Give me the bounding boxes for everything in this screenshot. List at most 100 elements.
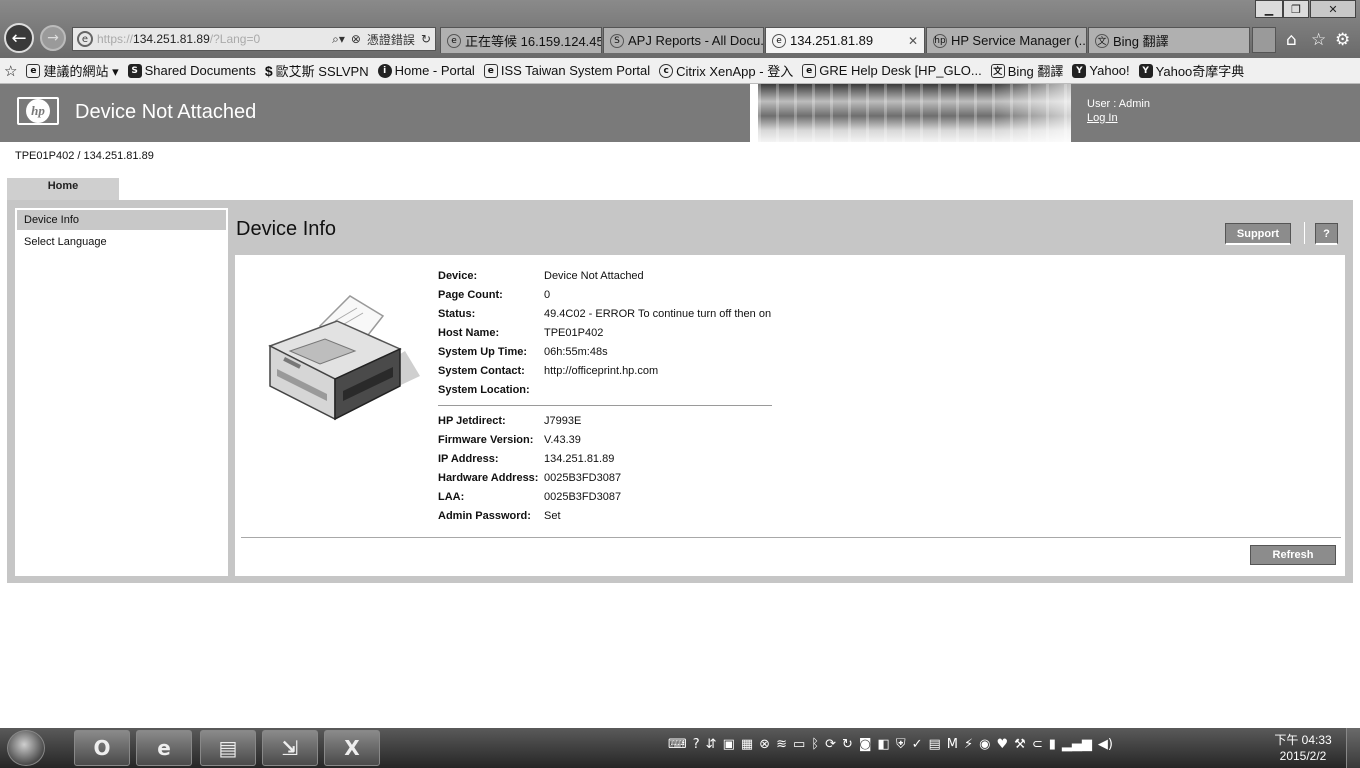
- hp-logo-mark: hp: [26, 99, 50, 123]
- disk-icon[interactable]: ◙: [859, 737, 872, 752]
- clock[interactable]: 下午 04:33 2015/2/2: [1270, 732, 1336, 764]
- sidebar-item-device-info[interactable]: Device Info: [17, 210, 226, 230]
- favorite-link[interactable]: e 建議的網站 ▾: [26, 61, 119, 80]
- favorite-label: ISS Taiwan System Portal: [500, 63, 651, 78]
- home-icon[interactable]: ⌂: [1286, 30, 1297, 50]
- check-icon[interactable]: ✓: [912, 737, 923, 752]
- browser-tab[interactable]: 文 Bing 翻譯: [1088, 27, 1250, 53]
- info-row: System Contact: http://officeprint.hp.com: [438, 361, 772, 380]
- info-value: TPE01P402: [544, 326, 604, 339]
- gear-icon[interactable]: ⚙: [1335, 30, 1350, 50]
- eye-icon[interactable]: ◉: [979, 737, 990, 752]
- outlook-taskbar-icon[interactable]: O: [74, 730, 130, 766]
- favorite-link[interactable]: S Shared Documents: [127, 63, 256, 78]
- forward-button[interactable]: →: [40, 25, 66, 51]
- favorites-add-button[interactable]: ☆: [4, 62, 17, 80]
- url-query: /?Lang=0: [209, 32, 261, 46]
- translate-icon: 文: [990, 63, 1005, 78]
- signal-bars-icon[interactable]: ▂▄▆: [1062, 737, 1092, 752]
- new-tab-button[interactable]: [1252, 27, 1276, 53]
- wifi-icon[interactable]: ♥: [997, 737, 1009, 752]
- favorites-star-icon[interactable]: ☆: [1311, 30, 1326, 50]
- refresh-icon[interactable]: ↻: [421, 32, 431, 46]
- volume-icon[interactable]: ◀): [1098, 737, 1113, 752]
- tab-home[interactable]: Home: [7, 178, 119, 200]
- browser-tab[interactable]: S APJ Reports - All Docu...: [603, 27, 764, 53]
- folder-icon[interactable]: ▤: [929, 737, 941, 752]
- favorite-link[interactable]: i Home - Portal: [377, 63, 475, 78]
- excel-taskbar-icon[interactable]: X: [324, 730, 380, 766]
- favorite-label: Bing 翻譯: [1007, 64, 1064, 79]
- info-row: LAA: 0025B3FD3087: [438, 487, 772, 506]
- search-icon[interactable]: ⌕▾: [332, 32, 345, 47]
- help-button[interactable]: ?: [1315, 223, 1338, 245]
- favorite-link[interactable]: Y Yahoo!: [1072, 63, 1130, 78]
- arrow-right-icon: →: [47, 30, 59, 46]
- favorite-link[interactable]: Y Yahoo奇摩字典: [1138, 61, 1244, 80]
- info-label: System Contact:: [438, 364, 525, 377]
- tab-label: HP Service Manager (...: [951, 33, 1087, 48]
- refresh-tray-icon[interactable]: ↻: [842, 737, 853, 752]
- browser-toolbar: ← → e https:// 134.251.81.89 /?Lang=0 ⌕▾…: [0, 0, 1360, 58]
- ie-taskbar-icon[interactable]: e: [136, 730, 192, 766]
- bluetooth-icon[interactable]: ᛒ: [811, 737, 819, 752]
- ie-page-icon: e: [802, 63, 817, 78]
- info-row: System Location:: [438, 380, 772, 399]
- info-value: Set: [544, 509, 561, 522]
- info-label: Firmware Version:: [438, 433, 534, 446]
- clip-icon[interactable]: ⊂: [1032, 737, 1043, 752]
- browser-tab[interactable]: e 正在等候 16.159.124.45: [440, 27, 602, 53]
- it-icon[interactable]: ▦: [741, 737, 753, 752]
- minimize-button[interactable]: ▁: [1255, 0, 1283, 18]
- address-bar[interactable]: e https:// 134.251.81.89 /?Lang=0 ⌕▾ ⊗ 憑…: [72, 27, 436, 51]
- tools-icon[interactable]: ⚒: [1014, 737, 1026, 752]
- user-box: User : Admin Log In: [1087, 97, 1150, 125]
- favorite-link[interactable]: e ISS Taiwan System Portal: [483, 63, 651, 78]
- favorite-label: Yahoo!: [1089, 63, 1130, 78]
- explorer-taskbar-icon[interactable]: ▤: [200, 730, 256, 766]
- close-window-button[interactable]: ✕: [1310, 0, 1356, 18]
- back-button[interactable]: ←: [4, 23, 34, 53]
- refresh-button[interactable]: Refresh: [1250, 545, 1336, 565]
- power-icon[interactable]: ⚡: [964, 737, 973, 752]
- login-link[interactable]: Log In: [1087, 112, 1118, 124]
- browser-tab-active[interactable]: e 134.251.81.89 ✕: [765, 27, 925, 53]
- usb-icon[interactable]: ⇵: [706, 737, 717, 752]
- citrix-icon: c: [659, 63, 674, 78]
- favorite-link[interactable]: $ 歐艾斯 SSLVPN: [265, 61, 369, 80]
- user-label: User : Admin: [1087, 98, 1150, 110]
- shield-icon[interactable]: ⛨: [896, 737, 906, 752]
- info-value: J7993E: [544, 414, 582, 427]
- system-tray: ⌨ ? ⇵ ▣ ▦ ⊗ ≋ ▭ ᛒ ⟳ ↻ ◙ ◧ ⛨ ✓ ▤ M ⚡ ◉ ♥ …: [668, 737, 1113, 752]
- chat-icon[interactable]: ▣: [723, 737, 735, 752]
- header-title: Device Not Attached: [75, 101, 257, 123]
- favorite-link[interactable]: c Citrix XenApp - 登入: [659, 61, 793, 80]
- support-button[interactable]: Support: [1225, 223, 1291, 245]
- battery-icon[interactable]: ▮: [1049, 737, 1056, 752]
- remote-desktop-taskbar-icon[interactable]: ⇲: [262, 730, 318, 766]
- show-desktop-button[interactable]: [1346, 728, 1360, 768]
- sidebar-item-select-language[interactable]: Select Language: [17, 232, 226, 252]
- restore-button[interactable]: ❐: [1283, 0, 1309, 18]
- sync-icon[interactable]: ⟳: [825, 737, 836, 752]
- close-tab-icon[interactable]: ✕: [908, 34, 918, 48]
- sound-wave-icon[interactable]: ≋: [776, 737, 787, 752]
- info-value: 0025B3FD3087: [544, 471, 622, 484]
- mcafee-icon[interactable]: M: [947, 737, 958, 752]
- start-button[interactable]: [7, 730, 45, 766]
- help-circle-icon[interactable]: ?: [693, 737, 700, 752]
- display-icon[interactable]: ▭: [793, 737, 805, 752]
- sidebar: Device Info Select Language: [15, 208, 228, 576]
- info-value: Device Not Attached: [544, 269, 644, 282]
- cert-error-icon[interactable]: ⊗: [351, 32, 361, 46]
- window-icon[interactable]: ◧: [878, 737, 890, 752]
- keyboard-icon[interactable]: ⌨: [668, 737, 687, 752]
- network-status-icon[interactable]: ⊗: [759, 737, 770, 752]
- suggested-sites-icon: e: [26, 63, 41, 78]
- favorite-link[interactable]: e GRE Help Desk [HP_GLO...: [802, 63, 982, 78]
- favorite-link[interactable]: 文 Bing 翻譯: [990, 61, 1064, 80]
- browser-tab[interactable]: hp HP Service Manager (...: [926, 27, 1087, 53]
- cert-error-label[interactable]: 憑證錯誤: [367, 31, 415, 48]
- add-favorite-star-icon: ☆: [4, 61, 18, 80]
- breadcrumb: TPE01P402 / 134.251.81.89: [15, 150, 154, 162]
